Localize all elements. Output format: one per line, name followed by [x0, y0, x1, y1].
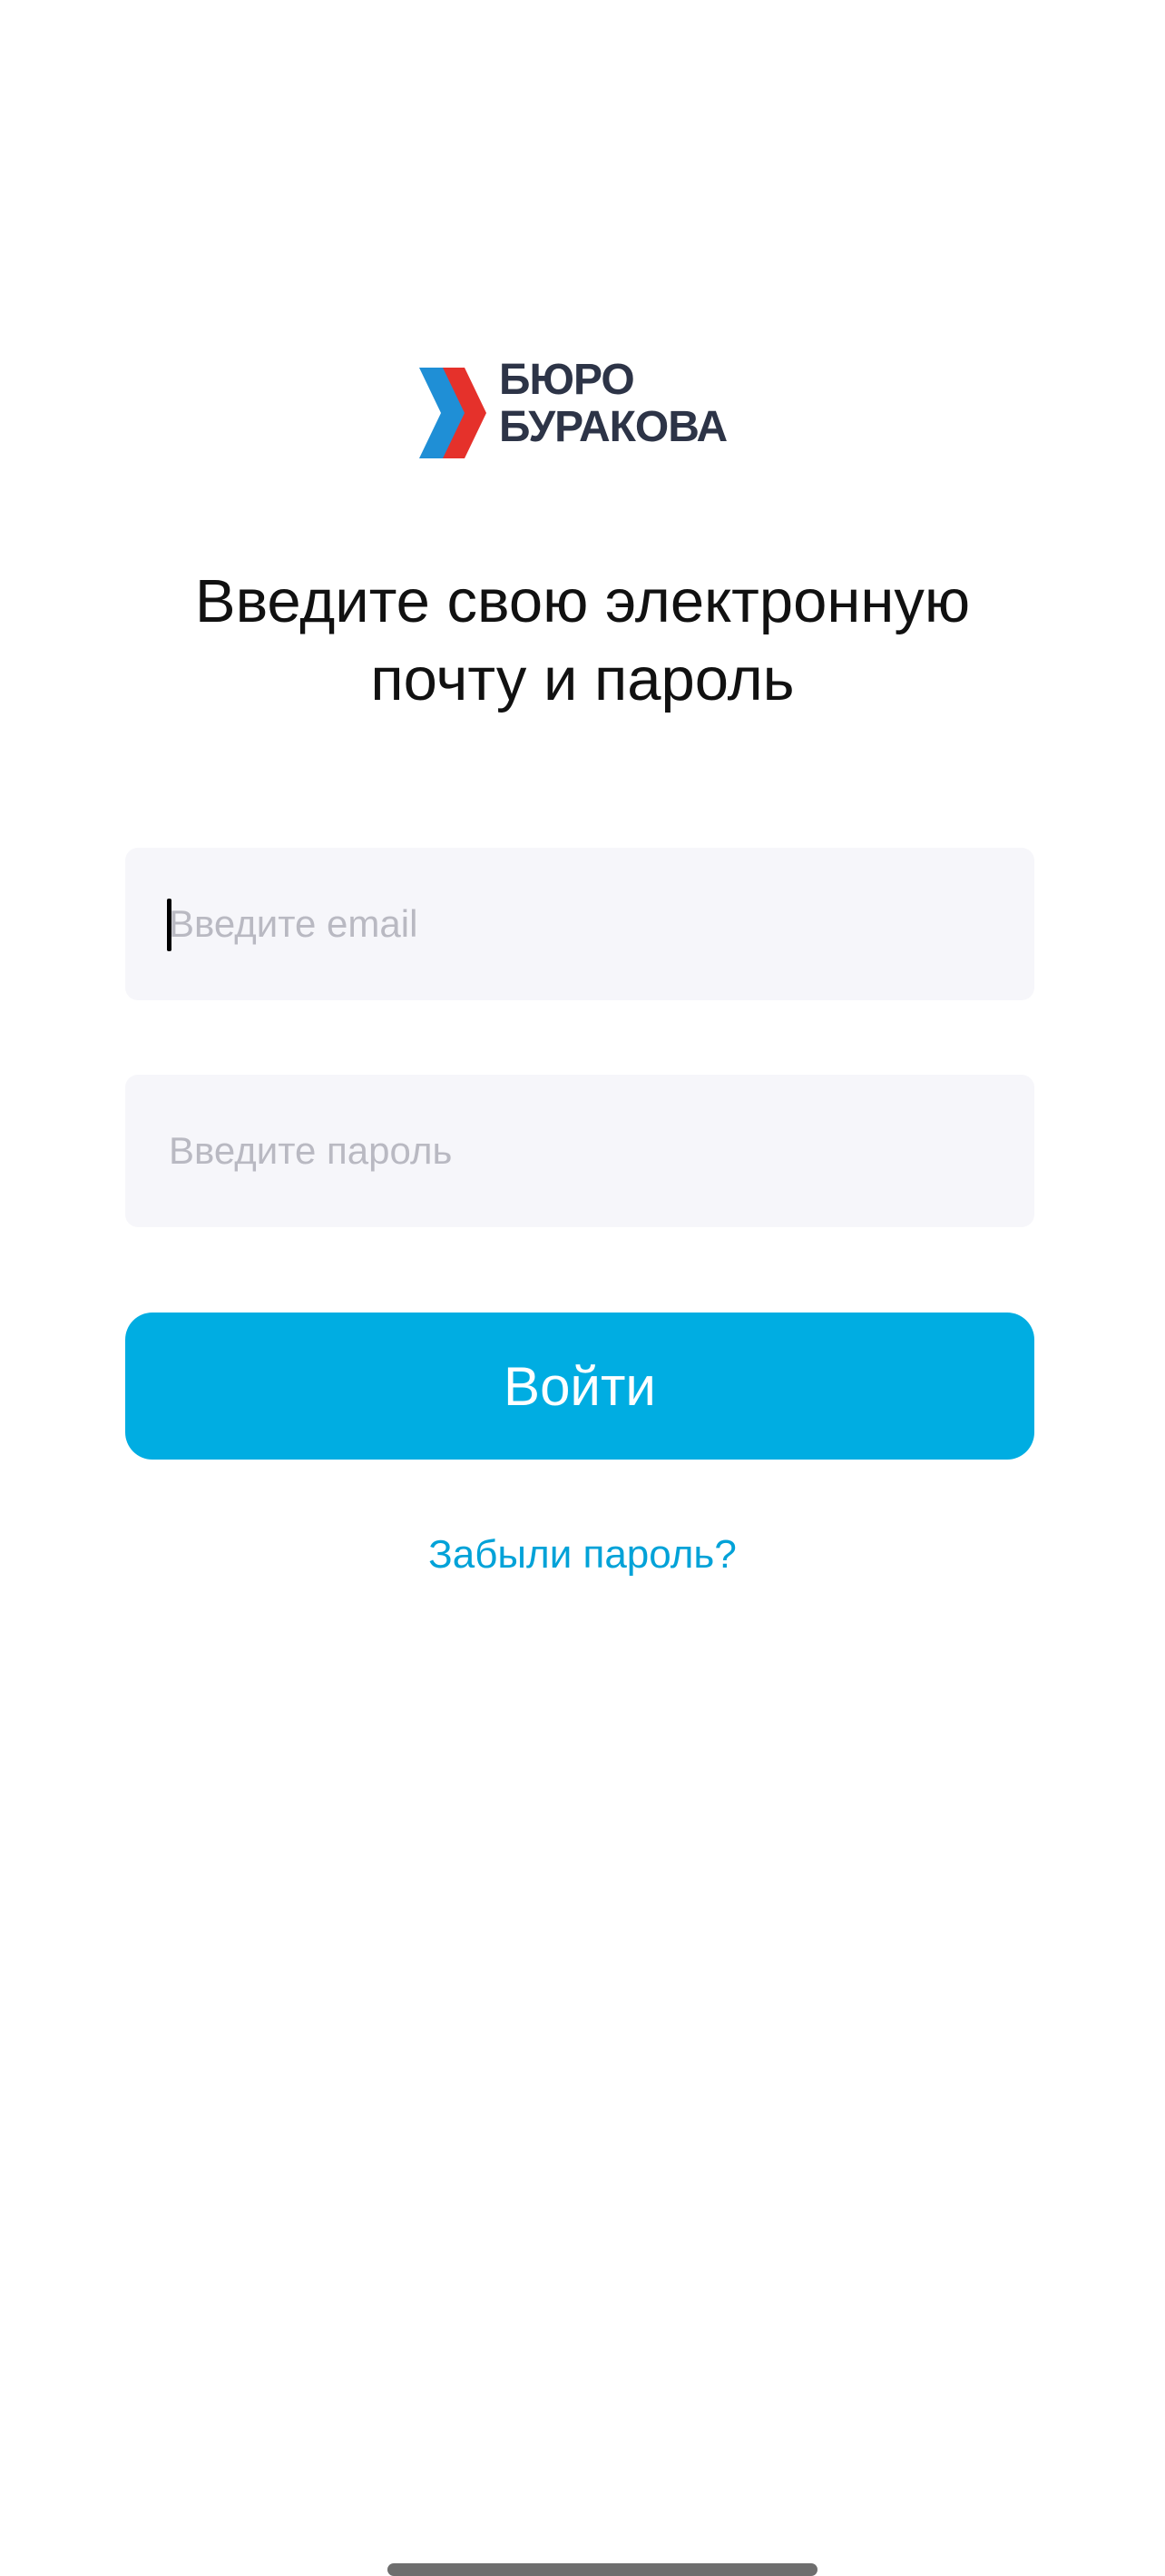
email-input[interactable] — [125, 848, 1034, 1000]
brand-logo: БЮРО БУРАКОВА — [419, 357, 746, 466]
page-title: Введите свою электронную почту и пароль — [0, 563, 1165, 719]
forgot-password-link[interactable]: Забыли пароль? — [0, 1532, 1165, 1578]
page-title-line-1: Введите свою электронную — [194, 567, 971, 635]
login-button[interactable]: Войти — [125, 1313, 1034, 1460]
password-field-container[interactable] — [125, 1075, 1034, 1227]
logo-line-1: БЮРО — [499, 356, 635, 404]
logo-wordmark: БЮРО БУРАКОВА — [499, 356, 728, 451]
email-field-container[interactable] — [125, 848, 1034, 1000]
logo-line-2: БУРАКОВА — [499, 403, 728, 451]
home-indicator[interactable] — [387, 2563, 817, 2576]
text-cursor — [167, 899, 171, 951]
logo-chevron-icon — [419, 368, 486, 458]
page-title-line-2: почту и пароль — [370, 645, 795, 713]
password-input[interactable] — [125, 1075, 1034, 1227]
